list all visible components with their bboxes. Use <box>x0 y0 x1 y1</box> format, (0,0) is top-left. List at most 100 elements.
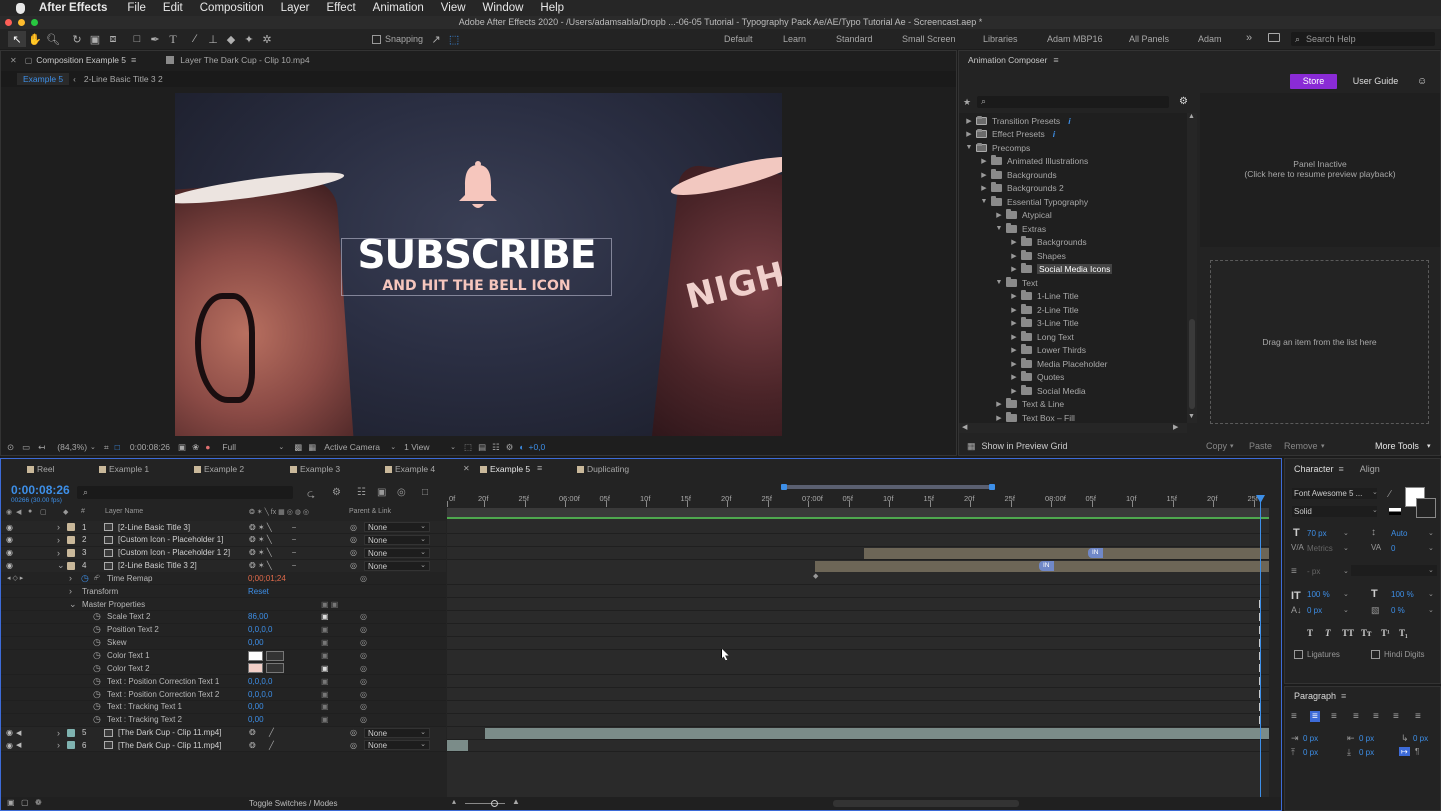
pickwhip-icon[interactable]: ◎ <box>360 625 367 634</box>
property-row[interactable]: ◷ Text : Tracking Text 1 0,00 ▣ ◎ <box>1 700 446 714</box>
tree-item[interactable]: ▶ 3-Line Title <box>1010 317 1079 330</box>
work-area-bar[interactable] <box>785 485 991 489</box>
ltr-direction-button[interactable]: ↦ <box>1399 747 1410 756</box>
label-color-chip[interactable] <box>67 548 75 557</box>
layer-row[interactable]: ◉ › 3 [Custom Icon - Placeholder 1 2] ❂ ✶ ╲ … <box>1 546 446 560</box>
pickwhip-icon[interactable]: ◎ <box>350 561 357 570</box>
in-marker[interactable]: IN <box>1088 547 1103 558</box>
exposure-value[interactable]: +0,0 <box>528 442 545 452</box>
eyedropper-icon[interactable] <box>266 650 284 661</box>
tree-item[interactable]: ▶ Media Placeholder <box>1010 357 1107 370</box>
scroll-right-icon[interactable]: ▶ <box>1173 423 1178 431</box>
pickwhip-icon[interactable]: ◎ <box>360 677 367 686</box>
small-caps-button[interactable]: Tᴛ <box>1361 628 1371 638</box>
expand-right-icon[interactable]: ▶ <box>1010 360 1018 368</box>
all-caps-button[interactable]: TT <box>1342 628 1354 638</box>
chevron-down-icon[interactable]: ⌄ <box>1343 606 1349 614</box>
solo-icon[interactable]: ● <box>28 508 32 515</box>
resolution-select[interactable]: Full <box>222 442 278 452</box>
timecode-display[interactable]: 0:00:08:26 <box>11 483 70 497</box>
eyedropper-icon[interactable] <box>266 663 284 674</box>
expand-right-icon[interactable]: › <box>57 728 60 738</box>
stopwatch-icon[interactable]: ◷ <box>81 573 89 584</box>
parent-select[interactable]: None ⌄ <box>364 534 430 545</box>
property-row[interactable]: › ◷ ◂ ◇ ▸ ⮳ Time Remap 0;00;01;24 ◎ <box>1 572 446 586</box>
chevron-down-icon[interactable]: ⌄ <box>1372 488 1378 496</box>
roi-icon[interactable]: ▩ <box>294 442 302 453</box>
layer-switches[interactable]: ❂ ╱ <box>249 728 274 737</box>
zoom-slider-thumb[interactable] <box>491 800 498 807</box>
snapshot-icon[interactable]: ▣ <box>178 442 186 453</box>
transfer-controls-icon[interactable]: ▢ <box>21 798 29 807</box>
show-snapshot-icon[interactable]: ❀ <box>192 442 199 453</box>
workspace-libraries[interactable]: Libraries <box>983 34 1018 44</box>
indent-first-value[interactable]: 0 px <box>1413 734 1428 743</box>
ligatures-checkbox[interactable] <box>1294 650 1303 659</box>
property-row[interactable]: ◷ Text : Tracking Text 2 0,00 ▣ ◎ <box>1 713 446 727</box>
monitor-icon[interactable]: ▭ <box>22 442 30 453</box>
justify-all-button[interactable]: ≡ <box>1415 711 1421 722</box>
close-tab-icon[interactable]: ✕ <box>463 464 470 473</box>
stopwatch-icon[interactable]: ◷ <box>93 637 101 648</box>
expand-right-icon[interactable]: › <box>69 573 72 583</box>
scroll-left-icon[interactable]: ◀ <box>962 423 967 431</box>
menu-effect[interactable]: Effect <box>326 2 355 14</box>
graph-editor-icon[interactable]: □ <box>422 487 428 498</box>
eraser-tool-icon[interactable]: ◆ <box>222 31 240 47</box>
indent-right-value[interactable]: 0 px <box>1359 734 1374 743</box>
layer-duration-bar[interactable] <box>447 740 468 752</box>
apple-icon[interactable] <box>16 2 25 14</box>
property-track[interactable] <box>447 688 1269 702</box>
chevron-down-icon[interactable]: ⌄ <box>1343 590 1349 598</box>
scroll-up-icon[interactable]: ▲ <box>1188 113 1195 120</box>
menu-help[interactable]: Help <box>540 2 564 14</box>
layer-track[interactable]: IN <box>447 560 1269 573</box>
space-after-value[interactable]: 0 px <box>1359 748 1374 757</box>
no-fill-swatch[interactable] <box>1389 508 1401 515</box>
zoom-out-icon[interactable]: ▴ <box>452 797 456 806</box>
shy-icon[interactable]: ☷ <box>357 487 366 498</box>
playhead[interactable] <box>1260 497 1261 800</box>
eye-icon[interactable]: ◉ <box>6 548 13 557</box>
align-right-button[interactable]: ≡ <box>1331 711 1337 722</box>
stopwatch-icon[interactable]: ◷ <box>93 650 101 661</box>
property-value[interactable]: 0,0,0,0 <box>248 690 272 699</box>
drop-zone[interactable]: Drag an item from the list here <box>1210 260 1429 424</box>
property-value[interactable]: 0,0,0,0 <box>248 677 272 686</box>
panel-menu-icon[interactable]: ≡ <box>1053 55 1058 65</box>
layer-switches[interactable]: ❂ ✶ ╲ − <box>249 523 296 532</box>
indent-left-value[interactable]: 0 px <box>1303 734 1318 743</box>
pickwhip-icon[interactable]: ◎ <box>350 523 357 532</box>
tree-item[interactable]: ▶ Backgrounds <box>980 168 1057 181</box>
minimize-window-button[interactable] <box>18 19 25 26</box>
tree-item[interactable]: ▶ Backgrounds <box>1010 236 1087 249</box>
keyframe-diamond[interactable]: ◆ <box>813 572 818 580</box>
label-color-chip[interactable] <box>67 535 75 544</box>
property-track[interactable] <box>447 636 1269 650</box>
app-menu[interactable]: After Effects <box>39 2 107 14</box>
tree-item[interactable]: ▶ Long Text <box>1010 330 1074 343</box>
tree-item[interactable]: ▶ Animated Illustrations <box>980 155 1088 168</box>
current-time[interactable]: 0:00:08:26 <box>130 442 170 452</box>
property-value[interactable]: 0,00 <box>248 715 264 724</box>
layer-row[interactable]: ◉ › 2 [Custom Icon - Placeholder 1] ❂ ✶ ╲ − ◎… <box>1 533 446 547</box>
menu-file[interactable]: File <box>127 2 146 14</box>
chevron-down-icon[interactable]: ⌄ <box>450 443 456 451</box>
vertical-scale-value[interactable]: 100 % <box>1307 590 1330 599</box>
layer-switches[interactable]: ❂ ✶ ╲ − <box>249 561 296 570</box>
label-color-chip[interactable] <box>67 561 75 570</box>
pixel-aspect-icon[interactable]: ⬚ <box>464 442 472 453</box>
scroll-thumb[interactable] <box>1189 319 1195 409</box>
tree-item[interactable]: ▶ Backgrounds 2 <box>980 182 1064 195</box>
expression-icon[interactable]: ▣ <box>321 690 329 699</box>
workspace-learn[interactable]: Learn <box>783 34 806 44</box>
expand-right-icon[interactable]: › <box>57 522 60 532</box>
stopwatch-icon[interactable]: ◷ <box>93 701 101 712</box>
property-value[interactable]: 0,0,0,0 <box>248 625 272 634</box>
expand-right-icon[interactable]: › <box>57 548 60 558</box>
timeline-tab[interactable]: Example 1 <box>109 464 149 474</box>
expand-right-icon[interactable]: › <box>57 740 60 750</box>
property-track[interactable] <box>447 598 1269 612</box>
work-area-end[interactable] <box>989 484 995 490</box>
panel-menu-icon[interactable]: ≡ <box>537 463 542 473</box>
